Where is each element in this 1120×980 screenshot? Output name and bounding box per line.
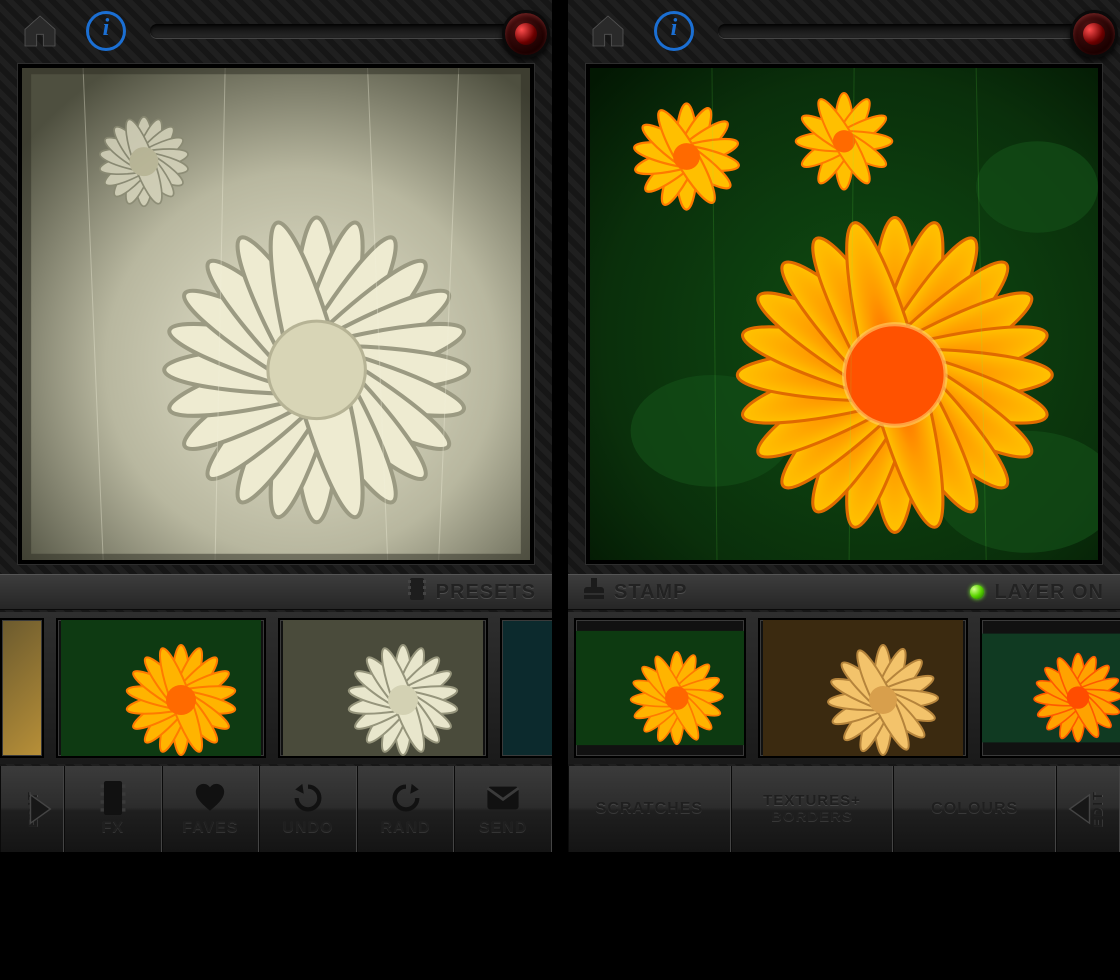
- chevron-right-icon: [22, 779, 56, 839]
- canvas-area: [10, 62, 542, 566]
- bottom-toolbar: EDIT FX FAVES UNDO RAND: [0, 766, 552, 852]
- mail-icon: [486, 781, 520, 815]
- undo-button[interactable]: UNDO: [259, 766, 357, 852]
- textures-borders-button[interactable]: TEXTURES+ BORDERS: [731, 766, 894, 852]
- redo-icon: [389, 781, 423, 815]
- black-footer: [0, 852, 552, 980]
- fx-label: FX: [102, 819, 124, 837]
- canvas-area: [578, 62, 1110, 566]
- fx-button[interactable]: FX: [64, 766, 162, 852]
- layer-thumb[interactable]: [758, 618, 968, 758]
- heart-icon: [193, 781, 227, 815]
- film-icon: [408, 578, 426, 606]
- scratches-label: SCRATCHES: [596, 800, 703, 818]
- textures-label: TEXTURES+ BORDERS: [763, 793, 861, 825]
- black-footer: [568, 852, 1120, 980]
- colours-button[interactable]: COLOURS: [893, 766, 1056, 852]
- stamp-icon: [584, 578, 604, 606]
- layer-thumb[interactable]: [574, 618, 746, 758]
- film-icon: [96, 781, 130, 815]
- rand-label: RAND: [380, 819, 430, 837]
- layer-on-indicator: [970, 585, 984, 599]
- bottom-toolbar: SCRATCHES TEXTURES+ BORDERS COLOURS EDIT: [568, 766, 1120, 852]
- photo-sepia: [22, 68, 530, 560]
- preset-thumb[interactable]: [500, 618, 552, 758]
- main-canvas[interactable]: [586, 64, 1102, 564]
- info-button[interactable]: i: [654, 11, 694, 51]
- undo-label: UNDO: [282, 819, 333, 837]
- preset-thumb[interactable]: [56, 618, 266, 758]
- app-surface: i: [568, 0, 1120, 852]
- home-button[interactable]: [586, 11, 630, 51]
- preset-thumb[interactable]: [0, 618, 44, 758]
- effect-slider[interactable]: [150, 24, 534, 38]
- home-button[interactable]: [18, 11, 62, 51]
- stamp-label: STAMP: [614, 581, 688, 604]
- phone-right: i: [568, 0, 1120, 980]
- section-label-bar: STAMP LAYER ON: [568, 574, 1120, 610]
- preset-thumb[interactable]: [278, 618, 488, 758]
- info-button[interactable]: i: [86, 11, 126, 51]
- send-label: SEND: [479, 819, 527, 837]
- top-toolbar: i: [568, 0, 1120, 62]
- slider-knob[interactable]: [502, 10, 550, 58]
- colours-label: COLOURS: [931, 800, 1018, 818]
- undo-icon: [291, 781, 325, 815]
- layer-strip[interactable]: [568, 612, 1120, 764]
- main-canvas[interactable]: [18, 64, 534, 564]
- edit-label: EDIT: [1090, 790, 1105, 828]
- rand-button[interactable]: RAND: [357, 766, 455, 852]
- faves-button[interactable]: FAVES: [162, 766, 260, 852]
- photo-color: [590, 68, 1098, 560]
- app-surface: i: [0, 0, 552, 852]
- scratches-button[interactable]: SCRATCHES: [568, 766, 731, 852]
- send-button[interactable]: SEND: [454, 766, 552, 852]
- preset-strip[interactable]: [0, 612, 552, 764]
- phone-left: i: [0, 0, 552, 980]
- top-toolbar: i: [0, 0, 552, 62]
- edit-toggle[interactable]: EDIT: [0, 766, 64, 852]
- section-label-bar: PRESETS: [0, 574, 552, 610]
- effect-slider[interactable]: [718, 24, 1102, 38]
- layer-thumb[interactable]: [980, 618, 1120, 758]
- faves-label: FAVES: [182, 819, 238, 837]
- slider-knob[interactable]: [1070, 10, 1118, 58]
- presets-label: PRESETS: [436, 581, 536, 604]
- home-icon: [20, 11, 60, 51]
- edit-toggle[interactable]: EDIT: [1056, 766, 1120, 852]
- home-icon: [588, 11, 628, 51]
- layer-on-label: LAYER ON: [994, 581, 1104, 604]
